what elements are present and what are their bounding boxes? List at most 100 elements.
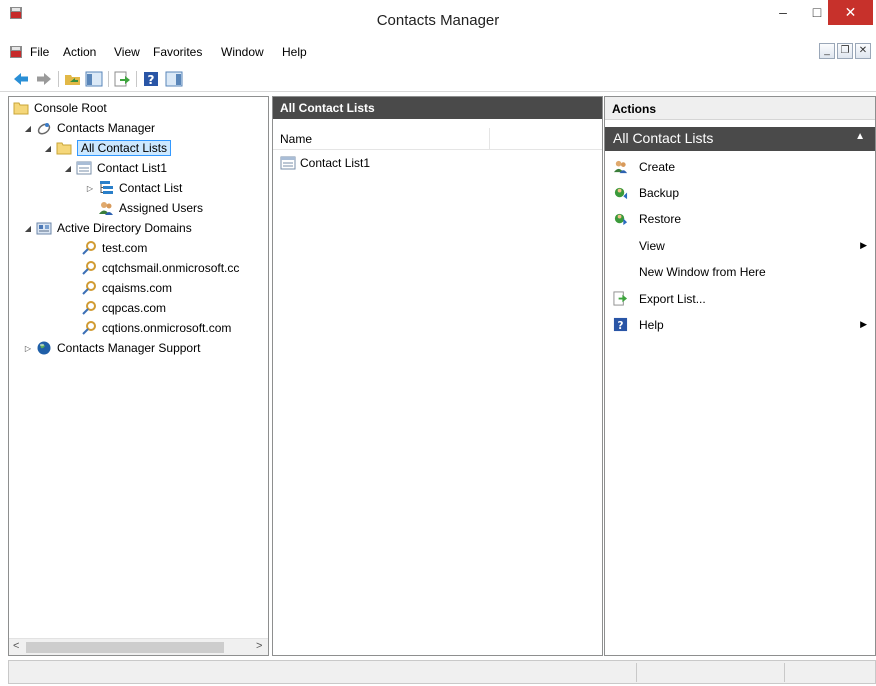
tree-label: cqpcas.com (102, 301, 167, 315)
action-restore[interactable]: Restore (605, 206, 875, 232)
action-label: Help (639, 318, 664, 332)
tree-item-contacts-manager[interactable]: ◢ Contacts Manager (23, 119, 155, 137)
directory-icon (36, 222, 52, 235)
mdi-minimize-button[interactable]: _ (819, 43, 835, 59)
results-pane: All Contact Lists Name Contact List1 (272, 96, 603, 656)
menu-help[interactable]: Help (282, 45, 307, 59)
scroll-left-button[interactable]: < (13, 640, 19, 652)
backup-icon (614, 187, 628, 200)
tree-item-all-contact-lists[interactable]: ◢ All Contact Lists (43, 139, 172, 157)
tree-label: Contacts Manager (57, 121, 156, 135)
users-icon (613, 160, 628, 174)
tree-label: Active Directory Domains (57, 221, 192, 235)
submenu-arrow-icon: ▶ (860, 240, 867, 250)
folder-icon (13, 102, 29, 115)
title-bar: Contacts Manager – □ ✕ (0, 0, 876, 40)
tree-item-domain[interactable]: cqaisms.com (81, 279, 172, 297)
svg-text:?: ? (148, 73, 155, 87)
collapse-caret-icon[interactable]: ▲ (855, 131, 865, 142)
action-label: View (639, 239, 665, 253)
svg-text:?: ? (618, 320, 624, 332)
domain-icon (82, 321, 96, 335)
help-icon: ? (613, 317, 628, 332)
action-view[interactable]: View ▶ (605, 233, 875, 259)
window-title: Contacts Manager (376, 12, 500, 29)
tree-item-domain[interactable]: cqpcas.com (81, 299, 166, 317)
tree-label: Contacts Manager Support (57, 341, 201, 355)
tree-label: cqtchsmail.onmicrosoft.cc (102, 261, 240, 275)
up-folder-icon[interactable] (64, 70, 82, 88)
tree-label: cqaisms.com (102, 281, 173, 295)
menu-action[interactable]: Action (63, 45, 96, 59)
scroll-right-button[interactable]: > (256, 640, 262, 652)
action-label: New Window from Here (639, 265, 766, 279)
close-button[interactable]: ✕ (828, 0, 873, 25)
tree-label: test.com (102, 241, 148, 255)
menu-window[interactable]: Window (221, 45, 264, 59)
horizontal-scrollbar[interactable]: < > (9, 638, 268, 655)
action-create[interactable]: Create (605, 154, 875, 180)
tree-pane: Console Root ◢ Contacts Manager ◢ All Co… (8, 96, 269, 656)
forward-arrow-icon[interactable] (35, 70, 53, 88)
tree-item-console-root[interactable]: Console Root (13, 99, 107, 117)
tree-item-domain[interactable]: test.com (81, 239, 147, 257)
globe-icon (37, 341, 51, 355)
scroll-thumb[interactable] (26, 642, 224, 653)
minimize-button[interactable]: – (766, 0, 800, 25)
export-list-icon[interactable] (113, 70, 131, 88)
tree-label: Contact List1 (97, 161, 168, 175)
back-arrow-icon[interactable] (12, 70, 30, 88)
expanded-arrow-icon[interactable]: ◢ (63, 164, 73, 173)
mdi-restore-button[interactable]: ❐ (837, 43, 853, 59)
expanded-arrow-icon[interactable]: ◢ (23, 224, 33, 233)
column-divider[interactable] (489, 128, 490, 150)
export-icon (613, 291, 628, 306)
action-help[interactable]: ? Help ▶ (605, 312, 875, 338)
actions-section-header[interactable]: All Contact Lists ▲ (605, 127, 875, 151)
collapsed-arrow-icon[interactable]: ▷ (23, 344, 33, 353)
action-label: Backup (639, 186, 680, 200)
expanded-arrow-icon[interactable]: ◢ (43, 144, 53, 153)
toolbar: ? (0, 66, 876, 92)
tree-item-assigned-users[interactable]: Assigned Users (98, 199, 203, 217)
action-label: Restore (639, 212, 682, 226)
collapsed-arrow-icon[interactable]: ▷ (85, 184, 95, 193)
folder-icon (56, 142, 72, 155)
action-export-list[interactable]: Export List... (605, 286, 875, 312)
domain-icon (82, 301, 96, 315)
menu-file[interactable]: File (30, 45, 49, 59)
domain-icon (82, 281, 96, 295)
list-item[interactable]: Contact List1 (280, 155, 370, 171)
menu-favorites[interactable]: Favorites (153, 45, 202, 59)
action-label: Export List... (639, 292, 706, 306)
tree-item-contact-list1[interactable]: ◢ Contact List1 (63, 159, 167, 177)
tree-item-support[interactable]: ▷ Contacts Manager Support (23, 339, 201, 357)
show-hide-tree-icon[interactable] (85, 70, 103, 88)
actions-header: Actions (605, 97, 875, 120)
tree-item-ad-domains[interactable]: ◢ Active Directory Domains (23, 219, 192, 237)
domain-icon (82, 241, 96, 255)
app-menu-icon[interactable] (9, 45, 23, 59)
column-header-name[interactable]: Name (280, 132, 312, 146)
tree-item-domain[interactable]: cqtchsmail.onmicrosoft.cc (81, 259, 239, 277)
tree-label-selected: All Contact Lists (77, 140, 172, 156)
action-new-window[interactable]: New Window from Here (605, 259, 875, 285)
expanded-arrow-icon[interactable]: ◢ (23, 124, 33, 133)
contact-list-icon (76, 161, 92, 175)
action-label: Create (639, 160, 676, 174)
help-icon[interactable]: ? (142, 70, 160, 88)
menu-bar: File Action View Favorites Window Help _… (0, 42, 876, 64)
show-hide-action-pane-icon[interactable] (165, 70, 183, 88)
tree-item-contact-list[interactable]: ▷ Contact List (85, 179, 182, 197)
tree-label: Console Root (34, 101, 107, 115)
mdi-controls: _ ❐ ✕ (819, 43, 871, 59)
menu-view[interactable]: View (114, 45, 140, 59)
tree-item-domain[interactable]: cqtions.onmicrosoft.com (81, 319, 231, 337)
actions-section-title: All Contact Lists (613, 130, 714, 146)
mdi-close-button[interactable]: ✕ (855, 43, 871, 59)
tree-label: Contact List (119, 181, 183, 195)
column-header-row: Name (273, 128, 602, 150)
list-item-label: Contact List1 (300, 156, 371, 170)
domain-icon (82, 261, 96, 275)
action-backup[interactable]: Backup (605, 180, 875, 206)
